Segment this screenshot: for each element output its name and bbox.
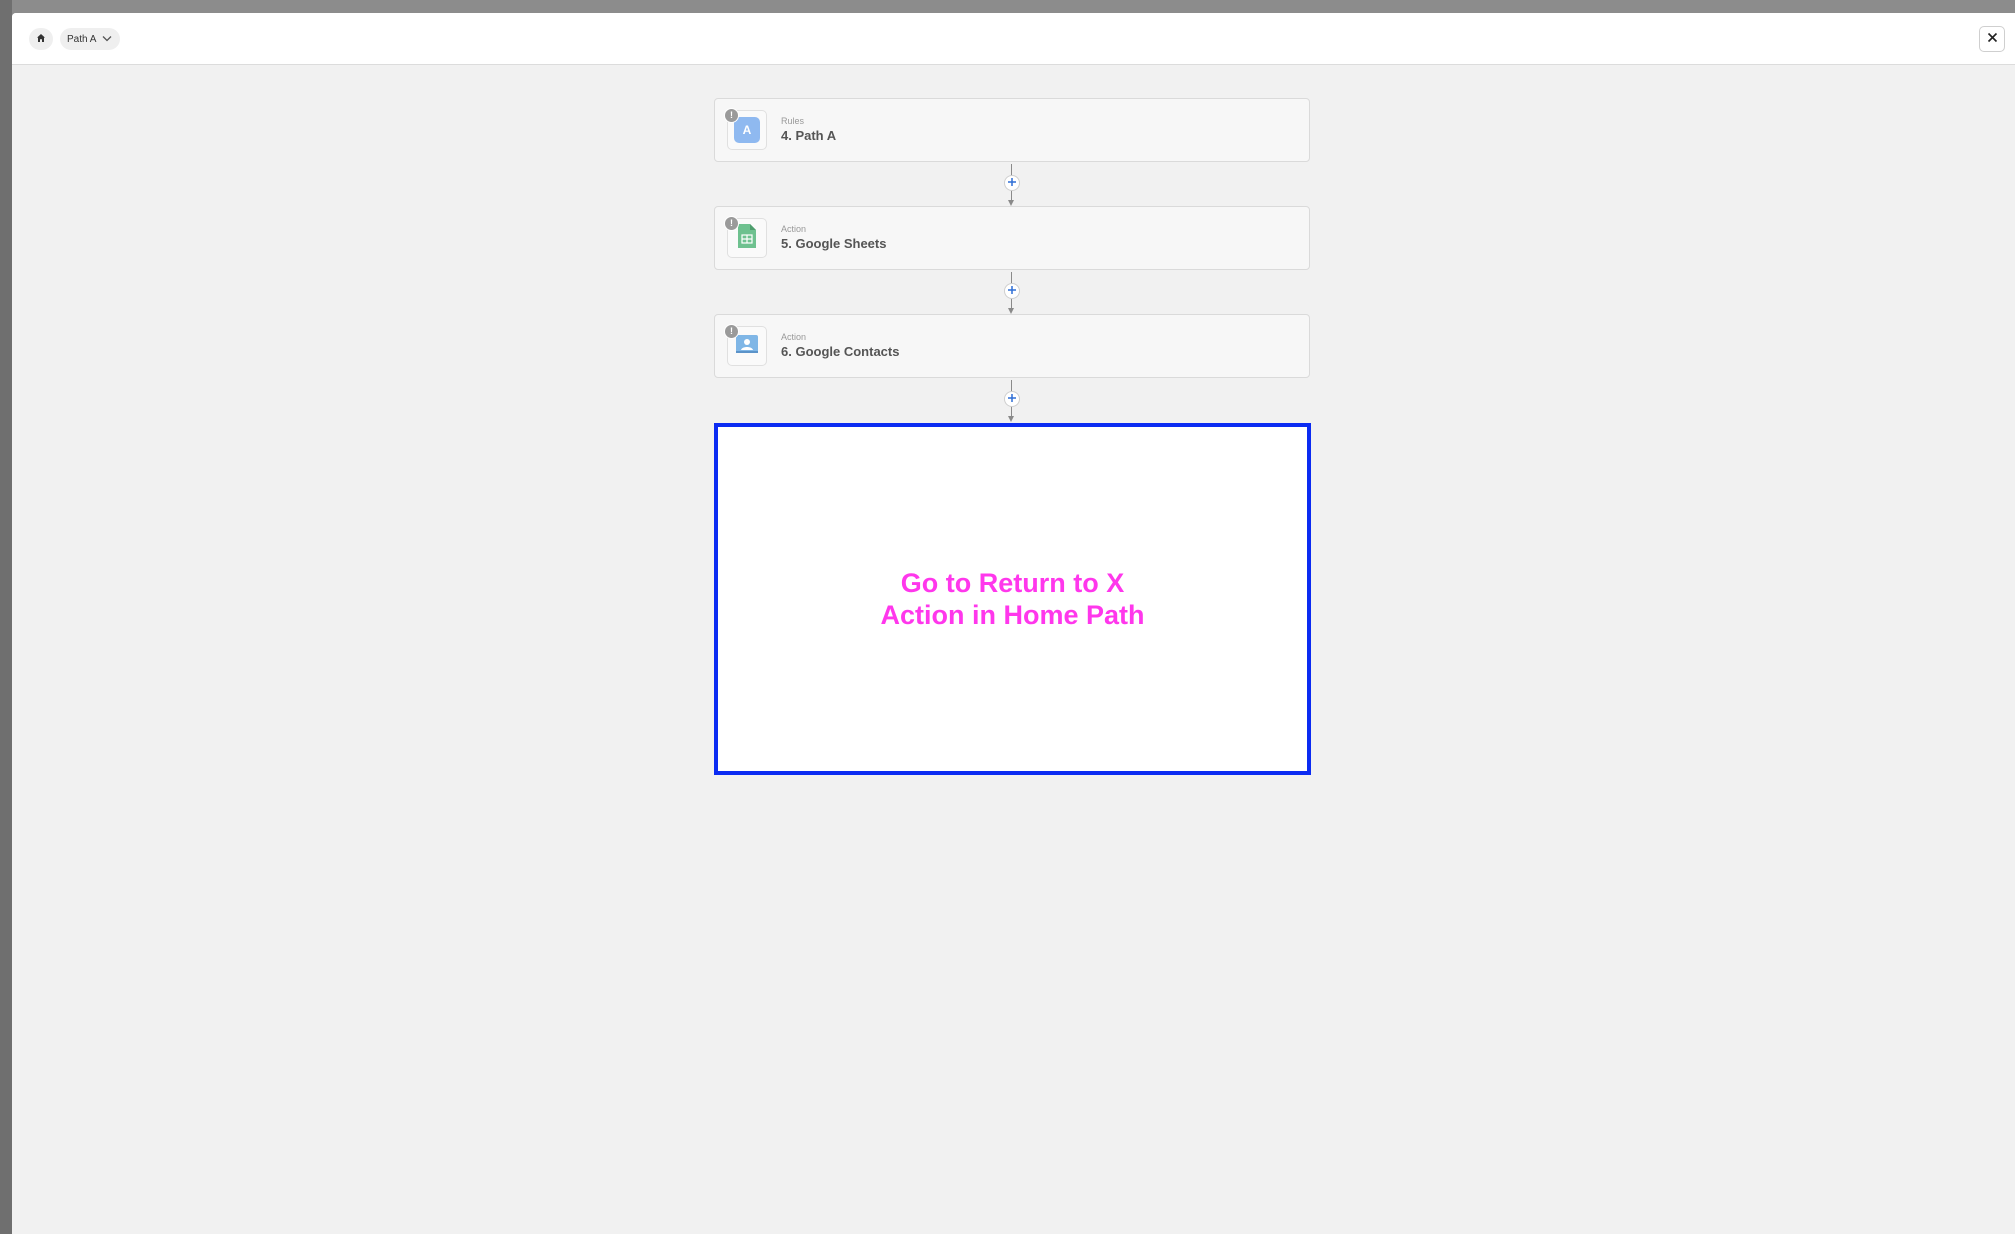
plus-icon — [1007, 390, 1017, 408]
warning-badge: ! — [724, 108, 739, 123]
annotation-text: Go to Return to X Action in Home Path — [880, 567, 1144, 631]
close-button[interactable] — [1979, 26, 2005, 52]
background-app-edge — [0, 0, 12, 1234]
step-title: 4. Path A — [781, 128, 837, 143]
step-card-google-contacts[interactable]: ! Action 6. Google Contacts — [714, 314, 1310, 378]
google-contacts-icon — [735, 333, 759, 360]
step-title: 5. Google Sheets — [781, 236, 887, 251]
annotation-line-1: Go to Return to X — [900, 568, 1125, 598]
step-type-label: Action — [781, 332, 807, 342]
home-button[interactable] — [29, 28, 53, 50]
close-icon — [1987, 30, 1998, 48]
home-icon — [36, 30, 46, 48]
path-a-icon-letter: A — [742, 123, 752, 137]
workflow-canvas: ! A Rules 4. Path A ! Action 5. Google S… — [12, 65, 2015, 1234]
add-step-button[interactable] — [1004, 283, 1020, 299]
plus-icon — [1007, 282, 1017, 300]
add-step-button[interactable] — [1004, 175, 1020, 191]
warning-badge: ! — [724, 324, 739, 339]
path-selector[interactable]: Path A — [60, 28, 121, 50]
step-type-label: Rules — [781, 116, 805, 126]
path-editor-modal: Path A ! A Rules 4. Path A ! Action 5. G… — [12, 13, 2015, 1234]
annotation-highlight-box: Go to Return to X Action in Home Path — [714, 423, 1311, 775]
step-title: 6. Google Contacts — [781, 344, 900, 359]
step-type-label: Action — [781, 224, 807, 234]
warning-badge: ! — [724, 216, 739, 231]
plus-icon — [1007, 174, 1017, 192]
step-card-google-sheets[interactable]: ! Action 5. Google Sheets — [714, 206, 1310, 270]
annotation-line-2: Action in Home Path — [880, 600, 1145, 630]
chevron-down-icon — [102, 34, 112, 45]
modal-header: Path A — [12, 13, 2015, 65]
add-step-button[interactable] — [1004, 391, 1020, 407]
google-sheets-icon — [737, 223, 757, 254]
path-selector-label: Path A — [67, 33, 97, 45]
step-card-path-a[interactable]: ! A Rules 4. Path A — [714, 98, 1310, 162]
path-a-icon: A — [734, 117, 760, 143]
